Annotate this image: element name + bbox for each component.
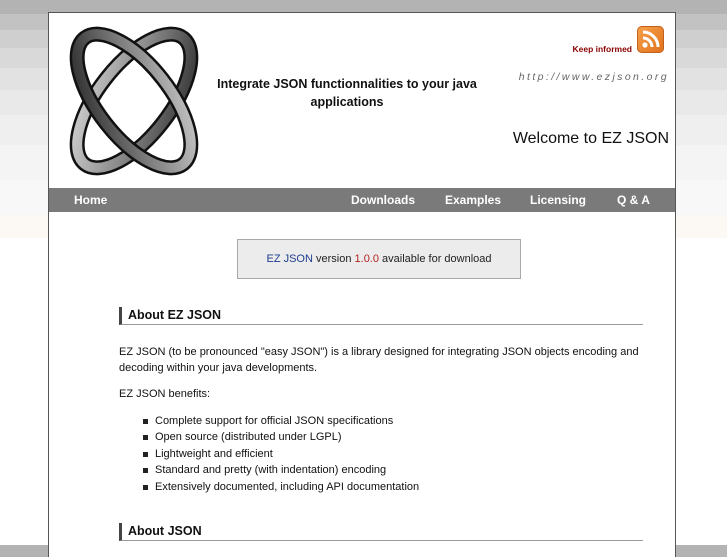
keep-informed-link[interactable]: Keep informed <box>529 44 632 54</box>
list-item: Lightweight and efficient <box>119 446 419 462</box>
welcome-title: Welcome to EZ JSON <box>512 130 669 147</box>
notice-text-end: available for download <box>378 253 492 265</box>
site-url: http://www.ezjson.org <box>518 71 669 83</box>
nav-examples[interactable]: Examples <box>445 188 501 212</box>
about-ez-json-intro: EZ JSON (to be pronounced "easy JSON") i… <box>119 346 639 374</box>
list-item: Standard and pretty (with indentation) e… <box>119 462 419 478</box>
page-container: Integrate JSON functionnalities to your … <box>48 12 676 557</box>
nav-licensing[interactable]: Licensing <box>530 188 586 212</box>
benefits-title: EZ JSON benefits: <box>119 388 211 400</box>
site-tagline: Integrate JSON functionnalities to your … <box>217 77 477 109</box>
download-notice: EZ JSON version 1.0.0 available for down… <box>237 239 521 279</box>
benefits-list: Complete support for official JSON speci… <box>119 413 419 495</box>
nav-downloads[interactable]: Downloads <box>351 188 415 212</box>
list-item: Extensively documented, including API do… <box>119 479 419 495</box>
list-item: Open source (distributed under LGPL) <box>119 429 419 445</box>
ez-json-logo <box>69 26 199 176</box>
section-heading-about-ez-json: About EZ JSON <box>119 307 643 325</box>
nav-home[interactable]: Home <box>74 188 107 212</box>
section-heading-about-json: About JSON <box>119 523 643 541</box>
main-nav: Home Downloads Examples Licensing Q & A <box>49 188 675 212</box>
notice-text: version <box>312 253 355 265</box>
rss-feed-icon[interactable] <box>637 26 664 53</box>
notice-product-link[interactable]: EZ JSON <box>266 253 312 265</box>
nav-qa[interactable]: Q & A <box>617 188 650 212</box>
list-item: Complete support for official JSON speci… <box>119 413 419 429</box>
notice-version: 1.0.0 <box>354 253 379 265</box>
